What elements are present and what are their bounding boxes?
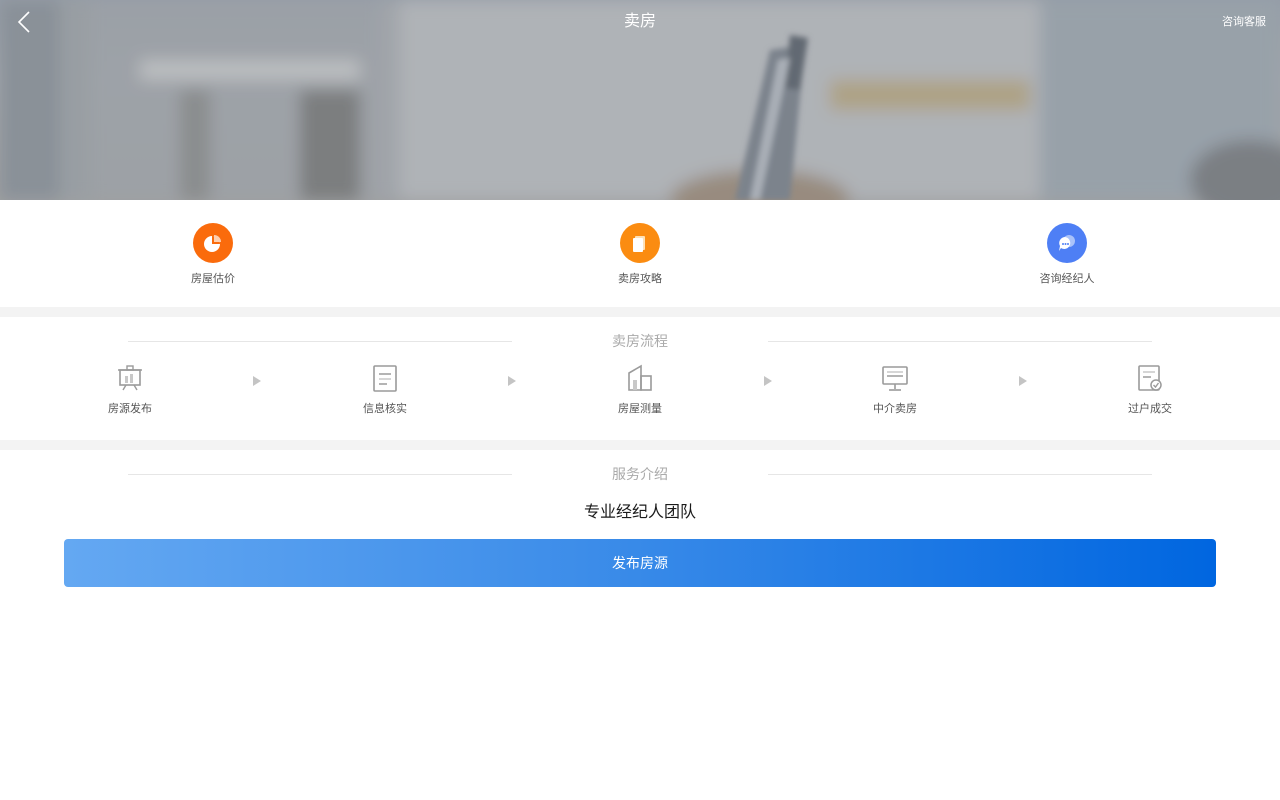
service-intro-section: 服务介绍 专业经纪人团队 发布房源 (0, 450, 1280, 800)
step-arrow-icon (1019, 376, 1027, 386)
chevron-left-icon (17, 11, 30, 33)
quick-action-label: 房屋估价 (191, 272, 235, 285)
process-step-label: 中介卖房 (873, 402, 917, 415)
process-step-label: 过户成交 (1128, 402, 1172, 415)
divider-line (128, 341, 512, 342)
quick-actions: 房屋估价 卖房攻略 咨询经纪人 (0, 200, 1280, 307)
back-button[interactable] (10, 8, 40, 38)
divider-line (128, 474, 512, 475)
valuation-icon-circle (193, 223, 233, 263)
document-check-icon (1138, 365, 1162, 391)
guide-book-icon (633, 236, 645, 252)
section-title: 服务介绍 (612, 467, 668, 483)
publish-listing-button[interactable]: 发布房源 (64, 539, 1216, 587)
quick-action-consult-agent[interactable]: 咨询经纪人 (1007, 223, 1127, 286)
step-arrow-icon (508, 376, 516, 386)
pie-chart-icon (204, 235, 221, 252)
quick-action-label: 咨询经纪人 (1039, 272, 1095, 285)
easel-board-icon (118, 365, 142, 391)
page-title: 卖房 (623, 11, 656, 30)
process-step-verify: 信息核实 (335, 363, 435, 416)
process-step-transfer: 过户成交 (1100, 363, 1200, 416)
section-header: 服务介绍 (0, 463, 1280, 487)
section-title: 卖房流程 (612, 334, 668, 350)
consult-icon-circle (1047, 223, 1087, 263)
quick-action-label: 卖房攻略 (618, 272, 662, 285)
section-divider (0, 307, 1280, 317)
hero-banner: 卖房 咨询客服 (0, 0, 1280, 200)
divider-line (768, 474, 1152, 475)
service-subtitle: 专业经纪人团队 (583, 502, 696, 521)
process-step-label: 房屋测量 (618, 402, 662, 415)
section-divider (0, 440, 1280, 450)
process-step-label: 信息核实 (363, 402, 407, 415)
process-step-measure: 房屋测量 (590, 363, 690, 416)
guide-icon-circle (620, 223, 660, 263)
consult-service-link[interactable]: 咨询客服 (1222, 14, 1266, 30)
sell-process-section: 卖房流程 房源发布 信息核实 房屋测量 中介卖房 过户成交 (0, 317, 1280, 440)
process-step-agent-sell: 中介卖房 (845, 363, 945, 416)
step-arrow-icon (764, 376, 772, 386)
quick-action-valuation[interactable]: 房屋估价 (153, 223, 273, 286)
step-arrow-icon (253, 376, 261, 386)
quick-action-guide[interactable]: 卖房攻略 (580, 223, 700, 286)
monitor-icon (882, 366, 908, 391)
chat-bubble-icon (1059, 235, 1075, 251)
building-measure-icon (628, 364, 652, 391)
section-header: 卖房流程 (0, 330, 1280, 354)
document-icon (373, 365, 397, 392)
process-step-label: 房源发布 (108, 402, 152, 415)
process-step-publish: 房源发布 (80, 363, 180, 416)
divider-line (768, 341, 1152, 342)
